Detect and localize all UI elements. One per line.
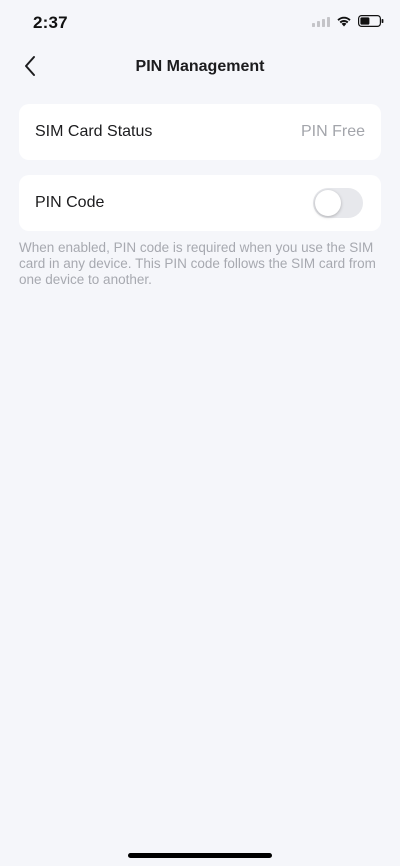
pin-code-label: PIN Code xyxy=(35,194,105,211)
pin-code-description: When enabled, PIN code is required when … xyxy=(19,240,376,287)
status-time: 2:37 xyxy=(33,13,68,32)
navigation-bar: PIN Management xyxy=(0,46,400,90)
home-indicator[interactable] xyxy=(128,853,272,858)
sim-card-status-label: SIM Card Status xyxy=(35,123,153,140)
pin-code-row: PIN Code xyxy=(19,175,381,231)
sim-card-status-value: PIN Free xyxy=(300,123,365,140)
status-bar: 2:37 xyxy=(0,0,400,46)
wifi-icon xyxy=(336,14,352,32)
page-title: PIN Management xyxy=(135,58,265,75)
sim-card-status-row: SIM Card Status PIN Free xyxy=(19,104,381,160)
signal-icon xyxy=(312,14,330,32)
status-icons xyxy=(312,14,384,32)
toggle-knob xyxy=(315,190,341,216)
pin-code-toggle[interactable] xyxy=(313,188,363,218)
battery-icon xyxy=(358,14,384,32)
